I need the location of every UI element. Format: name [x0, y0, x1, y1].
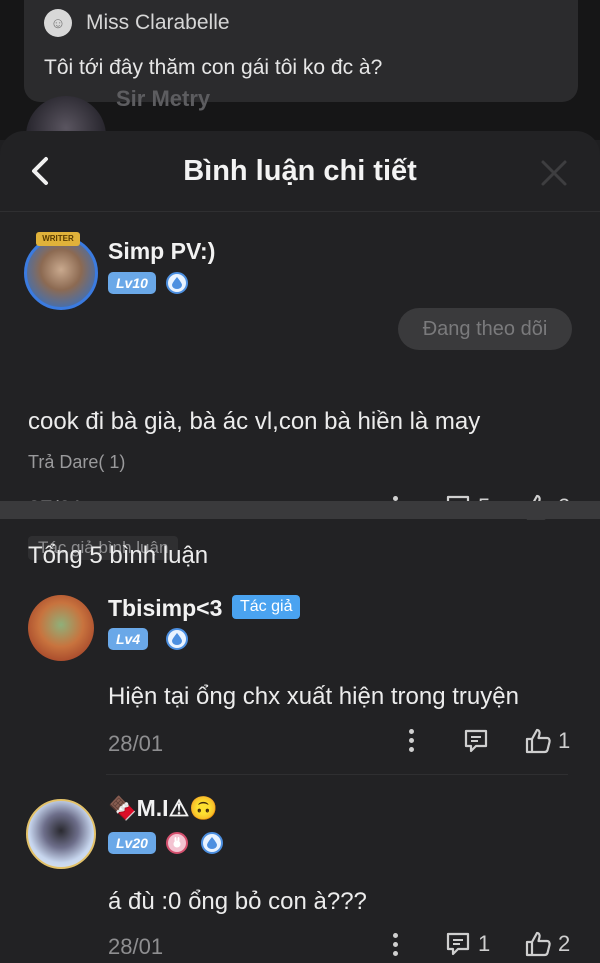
avatar[interactable]	[26, 799, 96, 869]
water-drop-badge-icon	[166, 272, 188, 294]
username[interactable]: Simp PV:)	[108, 238, 215, 265]
background-name: Sir Metry	[116, 86, 211, 111]
dot-icon	[392, 951, 398, 956]
bubble-avatar: ☺	[44, 9, 72, 37]
level-badge: Lv4	[108, 628, 149, 650]
avatar[interactable]	[28, 595, 94, 661]
water-drop-badge-icon	[201, 832, 223, 854]
username[interactable]: Tbisimp<3	[108, 595, 222, 622]
reply-separator	[106, 774, 568, 775]
reply-link[interactable]: Trả Dare( 1)	[28, 452, 125, 473]
avatar[interactable]	[24, 236, 98, 310]
original-comment: WRITER Simp PV:) Lv10 Đang theo dõi cook…	[0, 212, 600, 560]
like-button[interactable]: 2	[524, 930, 570, 958]
reply-date: 28/01	[108, 934, 164, 959]
bubble-name: Miss Clarabelle	[86, 11, 230, 34]
like-count: 2	[558, 931, 571, 956]
more-options-button[interactable]	[389, 933, 401, 959]
water-drop-badge-icon	[166, 628, 188, 650]
dot-icon	[408, 738, 414, 743]
dot-icon	[392, 942, 398, 947]
thumbs-up-icon	[525, 728, 551, 754]
chat-bubble: ☺ Miss Clarabelle Tôi tới đây thăm con g…	[24, 0, 578, 102]
comment-detail-sheet: Bình luận chi tiết WRITER Simp PV:) Lv10…	[0, 131, 600, 963]
sheet-header: Bình luận chi tiết	[0, 131, 600, 212]
background-chat: ☺ Miss Clarabelle Tôi tới đây thăm con g…	[0, 0, 600, 176]
more-options-button[interactable]	[405, 729, 417, 755]
reply-button[interactable]: 1	[444, 930, 490, 958]
dot-icon	[392, 933, 398, 938]
dot-icon	[408, 747, 414, 752]
total-comments-label: Tổng 5 bình luận	[28, 542, 209, 569]
comment-text: cook đi bà già, bà ác vl,con bà hiền là …	[28, 408, 481, 435]
section-divider	[0, 501, 600, 519]
bubble-message: Tôi tới đây thăm con gái tôi ko đc à?	[44, 56, 383, 79]
comment-count: 1	[478, 931, 491, 956]
reply-text: Hiện tại ổng chx xuất hiện trong truyện	[108, 683, 519, 710]
reply-text: á đù :0 ổng bỏ con à???	[108, 888, 367, 915]
level-badge: Lv10	[108, 272, 156, 294]
author-chip: Tác giả	[232, 595, 301, 619]
sheet-title: Bình luận chi tiết	[183, 155, 417, 187]
bunny-badge-icon	[166, 832, 188, 854]
like-button[interactable]: 1	[524, 727, 570, 755]
following-button[interactable]: Đang theo dõi	[398, 308, 572, 350]
writer-badge: WRITER	[36, 232, 80, 246]
level-badge: Lv20	[108, 832, 156, 854]
username[interactable]: 🍫M.I⚠🙃	[108, 795, 218, 822]
like-count: 1	[558, 728, 571, 753]
reply-date: 28/01	[108, 731, 164, 756]
thumbs-up-icon	[525, 931, 551, 957]
comment-bubble-icon	[446, 932, 470, 956]
close-button[interactable]	[540, 159, 568, 187]
close-icon	[541, 160, 567, 186]
reply-button[interactable]	[462, 727, 490, 755]
comment-bubble-icon	[464, 729, 488, 753]
dot-icon	[408, 729, 414, 734]
